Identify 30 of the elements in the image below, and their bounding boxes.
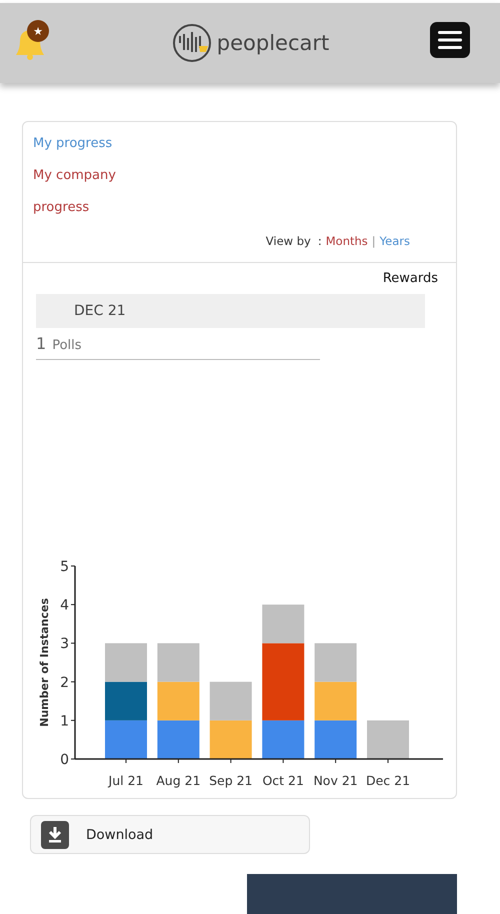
y-tick-label: 1 (60, 714, 69, 730)
logo-icon (170, 22, 213, 64)
separator-symbol: | (372, 234, 376, 248)
download-icon (41, 820, 69, 849)
x-tick-label: Nov 21 (313, 773, 358, 788)
y-tick-label: 2 (60, 675, 69, 691)
colon-separator: : (318, 234, 322, 248)
progress-tab[interactable]: My progress (33, 128, 133, 160)
logo-text: peoplecart (216, 31, 330, 56)
x-tick-label: Aug 21 (156, 773, 201, 788)
y-tick-label: 4 (60, 598, 69, 614)
y-tick-label: 0 (60, 752, 69, 768)
progress-tab[interactable]: My company progress (33, 160, 133, 224)
x-tick-label: Oct 21 (262, 773, 304, 788)
polls-count: 1 (36, 334, 46, 354)
rewards-link[interactable]: Rewards (382, 271, 438, 286)
x-tick-label: Jul 21 (108, 773, 144, 788)
view-option-link[interactable]: Years (380, 234, 410, 248)
period-label: DEC 21 (74, 303, 126, 320)
y-tick-label: 3 (60, 636, 69, 652)
polls-label: Polls (52, 338, 82, 354)
x-tick-label: Dec 21 (366, 773, 410, 788)
download-button[interactable]: Download (30, 815, 310, 854)
menu-button[interactable] (430, 22, 470, 58)
view-option-link[interactable]: Months (326, 234, 368, 248)
menu-icon (438, 30, 462, 50)
y-axis-title: Number of Instances (38, 598, 51, 728)
view-by-label: View by (266, 234, 311, 248)
x-tick-label: Sep 21 (209, 773, 253, 788)
y-tick-label: 5 (60, 559, 69, 576)
